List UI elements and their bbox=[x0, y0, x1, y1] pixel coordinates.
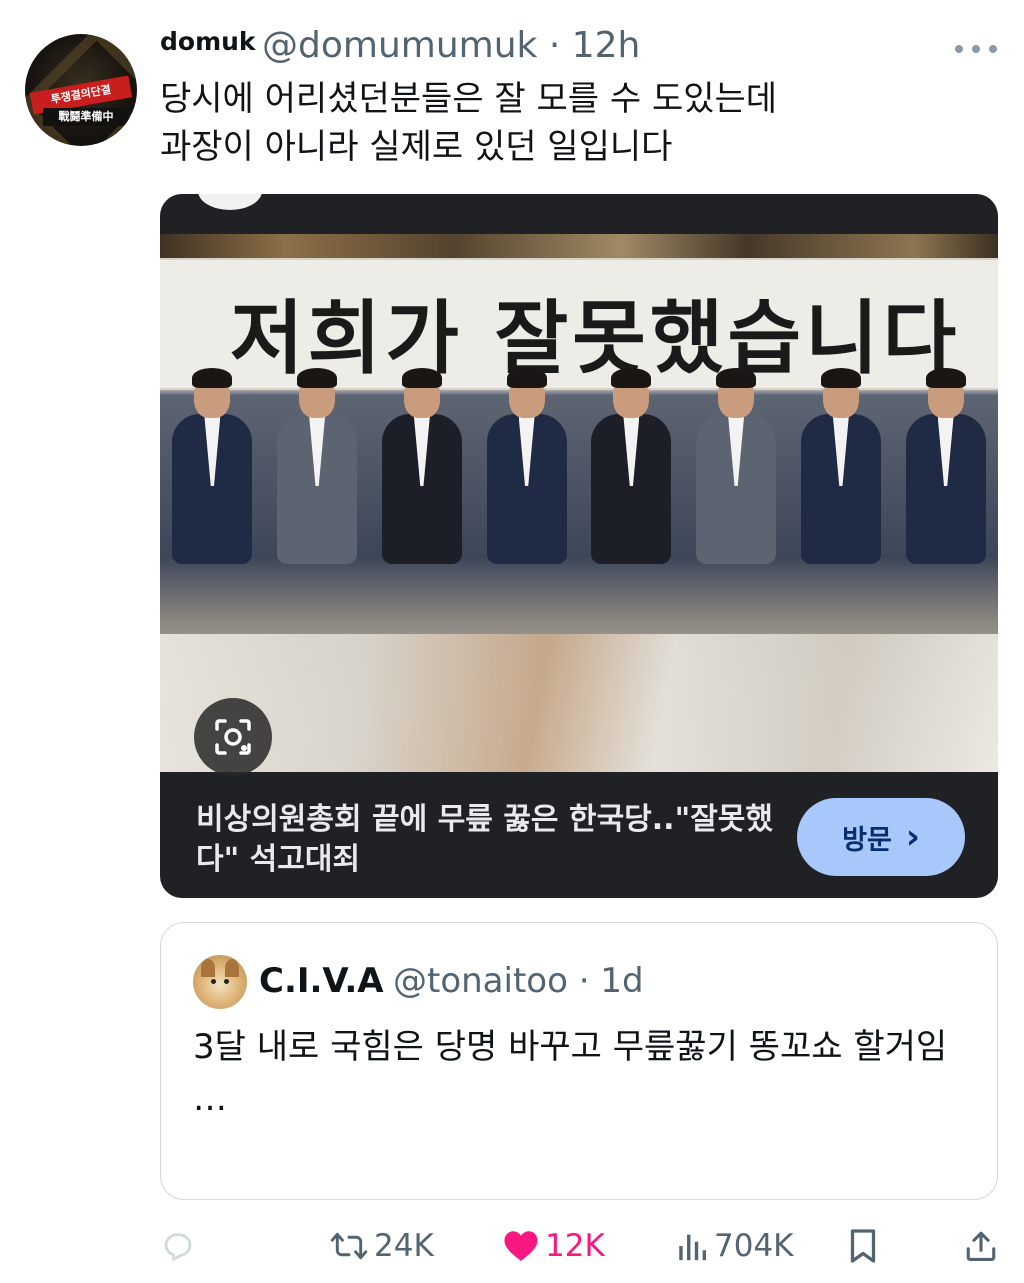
tweet-text: 당시에 어리셨던분들은 잘 모를 수 도있는데 과장이 아니라 실제로 있던 일… bbox=[160, 75, 1000, 171]
quoted-text-ellipsis: … bbox=[193, 1079, 227, 1119]
bookmark-icon bbox=[850, 1229, 876, 1263]
chevron-right-icon: › bbox=[905, 817, 920, 857]
tweet-text-line: 과장이 아니라 실제로 있던 일입니다 bbox=[160, 127, 673, 167]
share-button[interactable] bbox=[964, 1220, 998, 1272]
retweet-button[interactable]: 24K bbox=[330, 1220, 434, 1272]
card-image[interactable]: 저희가 잘못했습니다 bbox=[160, 234, 998, 776]
like-button[interactable]: 12K bbox=[503, 1220, 605, 1272]
quoted-author-avatar[interactable] bbox=[193, 955, 247, 1009]
author-avatar[interactable]: 투쟁결의단결 戰鬪準備中 bbox=[25, 34, 137, 146]
tweet: 투쟁결의단결 戰鬪準備中 domuk @domumumuk · 12h 당시에 … bbox=[0, 0, 1024, 1283]
visit-button-label: 방문 bbox=[842, 824, 892, 856]
link-card[interactable]: 저희가 잘못했습니다 비상의원총회 끝에 무릎 꿇은 한국당.."잘못했다" 석… bbox=[160, 194, 998, 898]
author-display-name[interactable]: domuk bbox=[160, 27, 256, 56]
photo-people bbox=[160, 364, 998, 604]
retweet-count: 24K bbox=[374, 1228, 434, 1264]
bookmark-button[interactable] bbox=[848, 1220, 878, 1272]
views-button[interactable]: 704K bbox=[676, 1220, 794, 1272]
share-icon bbox=[966, 1231, 996, 1262]
views-count: 704K bbox=[714, 1228, 794, 1264]
action-bar: 24K 12K 704K bbox=[160, 1220, 1000, 1272]
visit-button[interactable]: 방문 › bbox=[797, 798, 965, 876]
quoted-text-body: 3달 내로 국힘은 당명 바꾸고 무릎꿇기 똥꼬쇼 할거임 bbox=[193, 1027, 948, 1067]
author-handle-time[interactable]: @domumumuk · 12h bbox=[262, 25, 640, 66]
quoted-tweet[interactable]: C.I.V.A @tonaitoo · 1d 3달 내로 국힘은 당명 바꾸고 … bbox=[160, 922, 998, 1200]
heart-icon bbox=[504, 1231, 538, 1261]
quoted-display-name[interactable]: C.I.V.A bbox=[259, 961, 384, 1001]
reply-icon bbox=[164, 1233, 192, 1262]
views-icon bbox=[679, 1234, 707, 1261]
avatar-band-secondary: 戰鬪準備中 bbox=[43, 108, 129, 126]
reply-button[interactable] bbox=[160, 1220, 202, 1272]
like-count: 12K bbox=[545, 1228, 605, 1264]
visual-search-icon[interactable] bbox=[194, 698, 272, 776]
tweet-text-line: 당시에 어리셨던분들은 잘 모를 수 도있는데 bbox=[160, 79, 778, 119]
site-logo bbox=[198, 194, 262, 210]
quoted-tweet-text: 3달 내로 국힘은 당명 바꾸고 무릎꿇기 똥꼬쇼 할거임 … bbox=[193, 1023, 973, 1123]
more-options-icon[interactable] bbox=[955, 38, 997, 60]
retweet-icon bbox=[330, 1232, 368, 1260]
quoted-handle-time[interactable]: @tonaitoo · 1d bbox=[393, 961, 644, 1001]
card-title[interactable]: 비상의원총회 끝에 무릎 꿇은 한국당.."잘못했다" 석고대죄 bbox=[196, 800, 786, 880]
